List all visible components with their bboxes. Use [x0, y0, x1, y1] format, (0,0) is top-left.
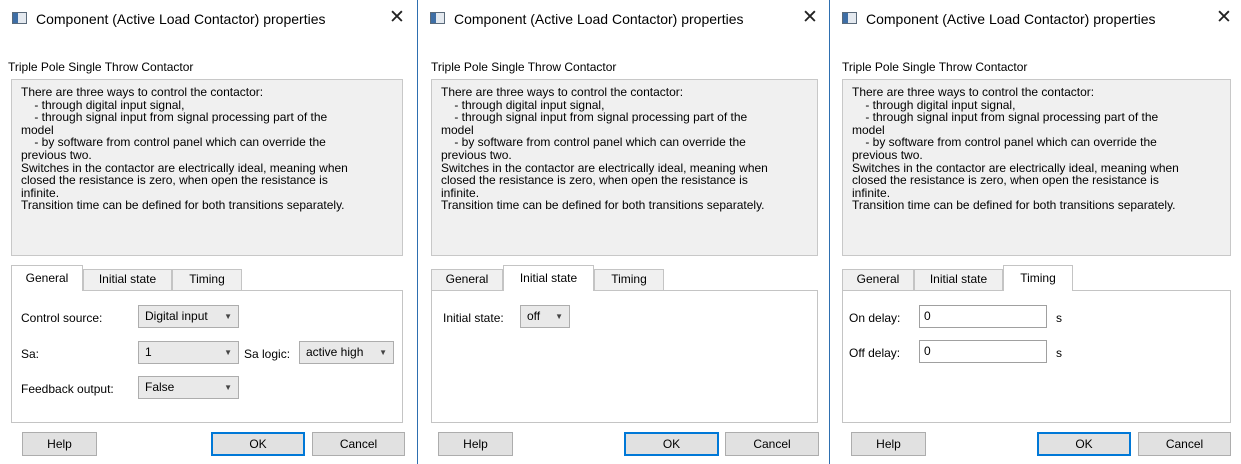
properties-dialog-general: Component (Active Load Contactor) proper…: [0, 0, 414, 464]
close-icon[interactable]: ✕: [799, 7, 821, 29]
tab-initial-state[interactable]: Initial state: [914, 269, 1003, 290]
chevron-down-icon: ▼: [224, 348, 232, 357]
feedback-output-label: Feedback output:: [21, 382, 114, 396]
sa-logic-label: Sa logic:: [244, 347, 291, 361]
control-source-label: Control source:: [21, 311, 103, 325]
chevron-down-icon: ▼: [224, 383, 232, 392]
initial-state-value: off: [527, 309, 541, 323]
component-subtitle: Triple Pole Single Throw Contactor: [8, 60, 194, 74]
tab-general[interactable]: General: [11, 265, 83, 291]
tab-initial-state[interactable]: Initial state: [503, 265, 594, 291]
help-button[interactable]: Help: [438, 432, 513, 456]
off-delay-unit: s: [1056, 346, 1062, 360]
properties-dialog-timing: Component (Active Load Contactor) proper…: [829, 0, 1241, 464]
chevron-down-icon: ▼: [555, 312, 563, 321]
title-bar[interactable]: Component (Active Load Contactor) proper…: [830, 0, 1241, 38]
chevron-down-icon: ▼: [379, 348, 387, 357]
description-box: There are three ways to control the cont…: [11, 79, 403, 256]
close-icon[interactable]: ✕: [1213, 7, 1235, 29]
window-icon: [430, 12, 445, 24]
initial-state-panel: Initial state: off ▼: [431, 290, 818, 423]
dialog-title: Component (Active Load Contactor) proper…: [36, 11, 326, 27]
timing-panel: On delay: 0 s Off delay: 0 s: [842, 290, 1231, 423]
ok-button[interactable]: OK: [624, 432, 719, 456]
description-box: There are three ways to control the cont…: [842, 79, 1231, 256]
off-delay-label: Off delay:: [849, 346, 901, 360]
cancel-button[interactable]: Cancel: [1138, 432, 1231, 456]
tab-timing[interactable]: Timing: [172, 269, 242, 290]
control-source-value: Digital input: [145, 309, 208, 323]
cancel-button[interactable]: Cancel: [725, 432, 819, 456]
chevron-down-icon: ▼: [224, 312, 232, 321]
off-delay-input[interactable]: 0: [919, 340, 1047, 363]
sa-value: 1: [145, 345, 152, 359]
tab-general[interactable]: General: [842, 269, 914, 290]
dialog-title: Component (Active Load Contactor) proper…: [866, 11, 1156, 27]
help-button[interactable]: Help: [851, 432, 926, 456]
sa-select[interactable]: 1 ▼: [138, 341, 239, 364]
initial-state-label: Initial state:: [443, 311, 504, 325]
ok-button[interactable]: OK: [211, 432, 305, 456]
sa-logic-select[interactable]: active high ▼: [299, 341, 394, 364]
component-subtitle: Triple Pole Single Throw Contactor: [431, 60, 617, 74]
help-button[interactable]: Help: [22, 432, 97, 456]
tab-timing[interactable]: Timing: [1003, 265, 1073, 291]
on-delay-input[interactable]: 0: [919, 305, 1047, 328]
component-subtitle: Triple Pole Single Throw Contactor: [842, 60, 1028, 74]
title-bar[interactable]: Component (Active Load Contactor) proper…: [0, 0, 414, 38]
tab-initial-state[interactable]: Initial state: [83, 269, 172, 290]
control-source-select[interactable]: Digital input ▼: [138, 305, 239, 328]
tab-general[interactable]: General: [431, 269, 503, 290]
sa-label: Sa:: [21, 347, 40, 361]
dialog-title: Component (Active Load Contactor) proper…: [454, 11, 744, 27]
ok-button[interactable]: OK: [1037, 432, 1131, 456]
feedback-output-value: False: [145, 380, 175, 394]
feedback-output-select[interactable]: False ▼: [138, 376, 239, 399]
cancel-button[interactable]: Cancel: [312, 432, 405, 456]
window-icon: [12, 12, 27, 24]
tab-timing[interactable]: Timing: [594, 269, 664, 290]
on-delay-label: On delay:: [849, 311, 901, 325]
title-bar[interactable]: Component (Active Load Contactor) proper…: [418, 0, 827, 38]
on-delay-unit: s: [1056, 311, 1062, 325]
general-panel: Control source: Digital input ▼ Sa: 1 ▼ …: [11, 290, 403, 423]
description-box: There are three ways to control the cont…: [431, 79, 818, 256]
sa-logic-value: active high: [306, 345, 364, 359]
initial-state-select[interactable]: off ▼: [520, 305, 570, 328]
close-icon[interactable]: ✕: [386, 7, 408, 29]
properties-dialog-initial-state: Component (Active Load Contactor) proper…: [417, 0, 827, 464]
window-icon: [842, 12, 857, 24]
